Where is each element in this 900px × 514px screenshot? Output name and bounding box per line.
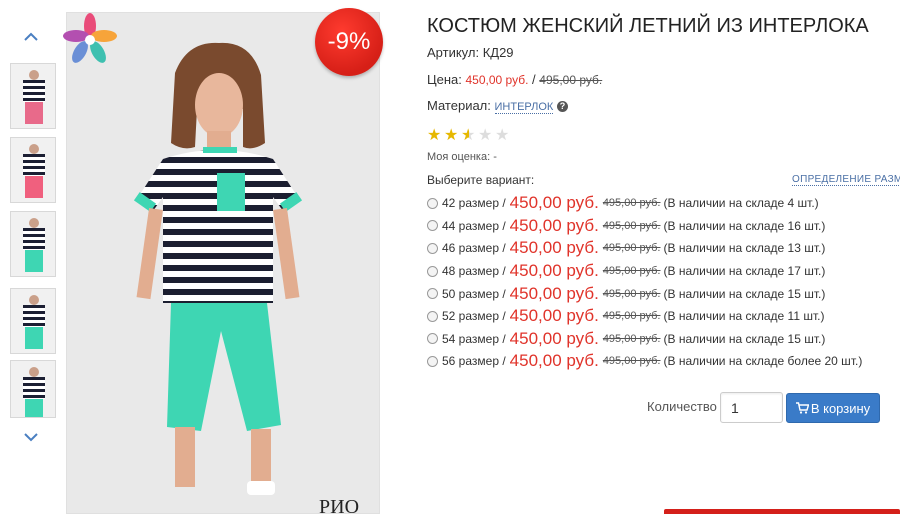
variant-stock: (В наличии на складе 13 шт.) bbox=[663, 241, 826, 256]
my-rating: Моя оценка: - bbox=[427, 151, 497, 163]
add-to-cart-button[interactable]: В корзину bbox=[786, 393, 880, 423]
variant-price: 450,00 руб. bbox=[509, 261, 599, 281]
old-price: 495,00 руб. bbox=[539, 73, 603, 87]
variant-size: 54 размер / bbox=[442, 331, 506, 346]
discount-badge: -9% bbox=[315, 8, 383, 76]
thumbnail-1[interactable] bbox=[10, 63, 56, 129]
variant-size: 42 размер / bbox=[442, 196, 506, 211]
variant-size: 56 размер / bbox=[442, 354, 506, 369]
variant-price: 450,00 руб. bbox=[509, 328, 599, 348]
thumbnails-up-arrow[interactable] bbox=[24, 32, 38, 46]
variant-row[interactable]: 52 размер / 450,00 руб. 495,00 руб. (В н… bbox=[427, 305, 862, 328]
variant-stock: (В наличии на складе 11 шт.) bbox=[663, 309, 825, 324]
sku-label: Артикул: bbox=[427, 45, 480, 60]
chevron-up-icon bbox=[24, 32, 38, 41]
star-empty-icon[interactable]: ★ bbox=[495, 128, 511, 144]
variant-stock: (В наличии на складе 4 шт.) bbox=[663, 196, 819, 211]
rating-stars[interactable]: ★ ★ ★ ★ ★ bbox=[427, 128, 511, 144]
watermark-text: РИО bbox=[319, 496, 359, 514]
variant-old-price: 495,00 руб. bbox=[602, 219, 661, 232]
variant-size: 44 размер / bbox=[442, 218, 506, 233]
star-icon[interactable]: ★ bbox=[444, 128, 460, 144]
variant-old-price: 495,00 руб. bbox=[602, 197, 661, 210]
star-icon[interactable]: ★ bbox=[427, 128, 443, 144]
price-line: Цена: 450,00 руб. / 495,00 руб. bbox=[427, 72, 602, 87]
variant-old-price: 495,00 руб. bbox=[602, 287, 661, 300]
quantity-input[interactable] bbox=[720, 392, 783, 423]
variant-price: 450,00 руб. bbox=[509, 351, 599, 371]
thumbnail-2[interactable] bbox=[10, 137, 56, 203]
material-link[interactable]: ИНТЕРЛОК bbox=[494, 101, 554, 114]
variant-radio[interactable] bbox=[427, 310, 438, 322]
variant-radio[interactable] bbox=[427, 197, 438, 209]
variant-size: 52 размер / bbox=[442, 309, 506, 324]
variant-old-price: 495,00 руб. bbox=[602, 265, 661, 278]
variant-stock: (В наличии на складе 17 шт.) bbox=[663, 264, 826, 279]
star-half-icon[interactable]: ★ bbox=[461, 128, 477, 144]
variant-list: 42 размер / 450,00 руб. 495,00 руб. (В н… bbox=[427, 192, 862, 373]
thumbnail-5[interactable] bbox=[10, 360, 56, 418]
variant-old-price: 495,00 руб. bbox=[602, 310, 661, 323]
size-chart-link[interactable]: ОПРЕДЕЛЕНИЕ РАЗМЕРА bbox=[792, 174, 900, 186]
star-empty-icon[interactable]: ★ bbox=[478, 128, 494, 144]
thumbnail-4[interactable] bbox=[10, 288, 56, 354]
variant-price: 450,00 руб. bbox=[509, 238, 599, 258]
variant-price: 450,00 руб. bbox=[509, 215, 599, 235]
variant-row[interactable]: 54 размер / 450,00 руб. 495,00 руб. (В н… bbox=[427, 328, 862, 351]
variant-price: 450,00 руб. bbox=[509, 193, 599, 213]
variant-stock: (В наличии на складе 15 шт.) bbox=[663, 286, 826, 301]
price-label: Цена: bbox=[427, 72, 462, 87]
variant-row[interactable]: 42 размер / 450,00 руб. 495,00 руб. (В н… bbox=[427, 192, 862, 215]
variant-old-price: 495,00 руб. bbox=[602, 242, 661, 255]
variant-stock: (В наличии на складе 16 шт.) bbox=[663, 218, 826, 233]
variant-radio[interactable] bbox=[427, 288, 438, 300]
variant-row[interactable]: 56 размер / 450,00 руб. 495,00 руб. (В н… bbox=[427, 350, 862, 373]
variant-row[interactable]: 50 размер / 450,00 руб. 495,00 руб. (В н… bbox=[427, 282, 862, 305]
thumbnails-down-arrow[interactable] bbox=[24, 432, 38, 446]
price-separator: / bbox=[532, 72, 536, 87]
variant-stock: (В наличии на складе 15 шт.) bbox=[663, 331, 826, 346]
product-title: КОСТЮМ ЖЕНСКИЙ ЛЕТНИЙ ИЗ ИНТЕРЛОКА bbox=[427, 15, 869, 37]
add-to-cart-label: В корзину bbox=[810, 400, 871, 416]
question-icon[interactable]: ? bbox=[556, 101, 568, 113]
variant-price: 450,00 руб. bbox=[509, 306, 599, 326]
variant-stock: (В наличии на складе более 20 шт.) bbox=[663, 354, 863, 369]
variant-row[interactable]: 48 размер / 450,00 руб. 495,00 руб. (В н… bbox=[427, 260, 862, 283]
brand-flower-logo bbox=[63, 13, 117, 63]
material-line: Материал: ИНТЕРЛОК ? bbox=[427, 98, 568, 114]
bottom-red-bar bbox=[664, 509, 900, 514]
cart-icon bbox=[795, 402, 809, 414]
variant-old-price: 495,00 руб. bbox=[602, 332, 661, 345]
variant-size: 46 размер / bbox=[442, 241, 506, 256]
variant-radio[interactable] bbox=[427, 333, 438, 345]
variant-size: 48 размер / bbox=[442, 264, 506, 279]
variant-price: 450,00 руб. bbox=[509, 283, 599, 303]
variant-size: 50 размер / bbox=[442, 286, 506, 301]
sku-value: КД29 bbox=[482, 45, 514, 60]
variant-row[interactable]: 46 размер / 450,00 руб. 495,00 руб. (В н… bbox=[427, 237, 862, 260]
sku-line: Артикул: КД29 bbox=[427, 45, 514, 60]
model-photo: РИО bbox=[133, 42, 359, 514]
chevron-down-icon bbox=[24, 433, 38, 442]
main-product-image[interactable]: РИО bbox=[66, 12, 380, 514]
variant-radio[interactable] bbox=[427, 242, 438, 254]
current-price: 450,00 руб. bbox=[465, 73, 529, 87]
variant-old-price: 495,00 руб. bbox=[602, 355, 661, 368]
quantity-label: Количество bbox=[647, 399, 717, 414]
variant-radio[interactable] bbox=[427, 355, 438, 367]
variant-radio[interactable] bbox=[427, 265, 438, 277]
variant-label: Выберите вариант: bbox=[427, 173, 535, 187]
variant-radio[interactable] bbox=[427, 220, 438, 232]
thumbnail-3[interactable] bbox=[10, 211, 56, 277]
material-label: Материал: bbox=[427, 98, 491, 113]
variant-row[interactable]: 44 размер / 450,00 руб. 495,00 руб. (В н… bbox=[427, 215, 862, 238]
